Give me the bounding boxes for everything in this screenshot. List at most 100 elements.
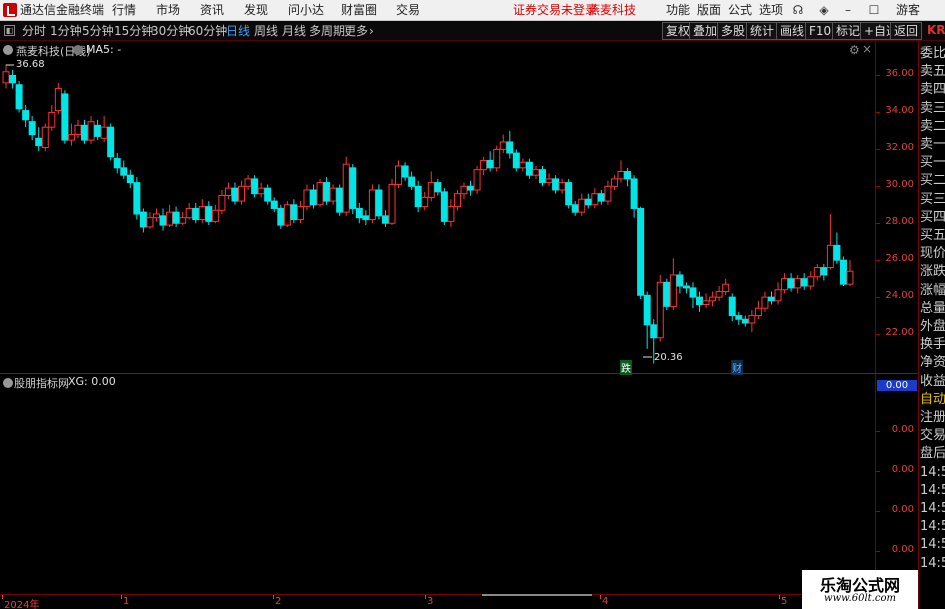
candle[interactable] bbox=[591, 188, 599, 209]
candle[interactable] bbox=[578, 193, 586, 216]
side-item[interactable]: 委比 bbox=[920, 45, 945, 63]
candle[interactable] bbox=[604, 180, 612, 205]
candle[interactable] bbox=[198, 199, 206, 224]
candle[interactable] bbox=[506, 130, 514, 159]
side-item[interactable]: 买五 bbox=[920, 227, 945, 245]
candle[interactable] bbox=[192, 202, 200, 224]
candle[interactable] bbox=[355, 202, 363, 224]
candle[interactable] bbox=[499, 134, 507, 154]
candle[interactable] bbox=[277, 204, 285, 229]
side-item[interactable]: 14:56 bbox=[920, 518, 945, 536]
side-item[interactable]: 卖四 bbox=[920, 81, 945, 99]
candle[interactable] bbox=[800, 273, 808, 290]
candle[interactable] bbox=[205, 201, 213, 226]
period-more[interactable]: 更多 bbox=[344, 23, 368, 39]
candle[interactable] bbox=[610, 175, 618, 190]
candle[interactable] bbox=[414, 180, 422, 213]
candle[interactable] bbox=[185, 202, 193, 220]
close-icon[interactable]: × bbox=[862, 42, 872, 56]
candle[interactable] bbox=[100, 116, 108, 142]
candle[interactable] bbox=[94, 119, 102, 141]
kline-pane[interactable]: 燕麦科技(日线) MA5: - ⚙ × 36.68 20.36 跌 财 bbox=[0, 41, 875, 375]
candle[interactable] bbox=[388, 178, 396, 226]
side-item[interactable]: 注册 bbox=[920, 409, 945, 427]
candle[interactable] bbox=[54, 82, 62, 115]
menu-item-xuanxiang[interactable]: 选项 bbox=[759, 2, 783, 19]
candle[interactable] bbox=[336, 184, 344, 216]
candle[interactable] bbox=[67, 123, 75, 146]
period-fenshi[interactable]: 分时 bbox=[22, 23, 46, 39]
period-1min[interactable]: 1分钟 bbox=[50, 23, 82, 39]
side-item[interactable]: 买四 bbox=[920, 209, 945, 227]
candle[interactable] bbox=[571, 201, 579, 216]
candle[interactable] bbox=[709, 291, 717, 307]
period-weekly[interactable]: 周线 bbox=[254, 23, 278, 39]
side-item[interactable]: 14:56 bbox=[920, 536, 945, 554]
candle[interactable] bbox=[774, 282, 782, 305]
candle[interactable] bbox=[486, 151, 494, 172]
menu-item-faxian[interactable]: 发现 bbox=[244, 2, 268, 19]
candle[interactable] bbox=[120, 160, 128, 179]
candle[interactable] bbox=[303, 184, 311, 211]
candle[interactable] bbox=[81, 119, 89, 144]
candle[interactable] bbox=[820, 263, 828, 281]
candle[interactable] bbox=[846, 260, 854, 287]
candle[interactable] bbox=[9, 69, 17, 89]
side-item[interactable]: 14:56 bbox=[920, 482, 945, 500]
menu-item-shichang[interactable]: 市场 bbox=[156, 2, 180, 19]
indicator-menu-icon[interactable] bbox=[3, 378, 13, 388]
candle[interactable] bbox=[283, 201, 291, 227]
candle[interactable] bbox=[696, 291, 704, 312]
minimize-icon[interactable]: – bbox=[842, 4, 854, 16]
candle[interactable] bbox=[525, 158, 533, 179]
candle[interactable] bbox=[689, 282, 697, 309]
candle[interactable] bbox=[152, 208, 160, 222]
side-item[interactable]: 净资 bbox=[920, 354, 945, 372]
chart-scrollbar[interactable] bbox=[482, 594, 592, 596]
candle[interactable] bbox=[224, 182, 232, 200]
candle[interactable] bbox=[166, 204, 174, 227]
panel-toggle-icon[interactable]: ◧ bbox=[4, 25, 15, 36]
candle[interactable] bbox=[74, 119, 82, 139]
side-item[interactable]: 14:56 bbox=[920, 555, 945, 573]
side-item[interactable]: 涨跌 bbox=[920, 263, 945, 281]
candle[interactable] bbox=[794, 274, 802, 294]
candle[interactable] bbox=[159, 208, 167, 231]
candle[interactable] bbox=[238, 180, 246, 205]
candle[interactable] bbox=[676, 271, 684, 294]
period-15min[interactable]: 15分钟 bbox=[114, 23, 153, 39]
period-60min[interactable]: 60分钟 bbox=[188, 23, 227, 39]
menu-item-jiaoyi[interactable]: 交易 bbox=[396, 2, 420, 19]
candle[interactable] bbox=[741, 315, 749, 327]
candle[interactable] bbox=[61, 90, 69, 144]
candle[interactable] bbox=[421, 191, 429, 211]
period-30min[interactable]: 30分钟 bbox=[151, 23, 190, 39]
candle[interactable] bbox=[813, 263, 821, 281]
menu-item-wenxiaoda[interactable]: 问小达 bbox=[288, 2, 324, 19]
candle[interactable] bbox=[35, 127, 43, 152]
side-item[interactable]: 总量 bbox=[920, 300, 945, 318]
side-item[interactable]: 外盘 bbox=[920, 318, 945, 336]
candle[interactable] bbox=[460, 182, 468, 200]
candle[interactable] bbox=[735, 311, 743, 325]
candle[interactable] bbox=[807, 271, 815, 290]
candle[interactable] bbox=[434, 178, 442, 196]
period-5min[interactable]: 5分钟 bbox=[82, 23, 114, 39]
draw-line-button[interactable]: 画线 bbox=[776, 22, 809, 40]
candle[interactable] bbox=[552, 175, 560, 194]
candle[interactable] bbox=[172, 206, 180, 227]
indicator-pane[interactable]: 股朋指标网 XG: 0.00 bbox=[0, 374, 875, 594]
candle[interactable] bbox=[310, 184, 318, 209]
side-item[interactable]: 涨幅 bbox=[920, 282, 945, 300]
candle[interactable] bbox=[447, 199, 455, 227]
candle[interactable] bbox=[519, 158, 527, 172]
candle[interactable] bbox=[493, 145, 501, 172]
period-multi[interactable]: 多周期 bbox=[309, 23, 345, 39]
candle[interactable] bbox=[87, 116, 95, 144]
candle[interactable] bbox=[179, 212, 187, 226]
candle[interactable] bbox=[754, 300, 762, 320]
candle[interactable] bbox=[702, 293, 710, 309]
side-item[interactable]: 现价 bbox=[920, 245, 945, 263]
side-item[interactable]: 卖一 bbox=[920, 136, 945, 154]
candle[interactable] bbox=[663, 278, 671, 311]
